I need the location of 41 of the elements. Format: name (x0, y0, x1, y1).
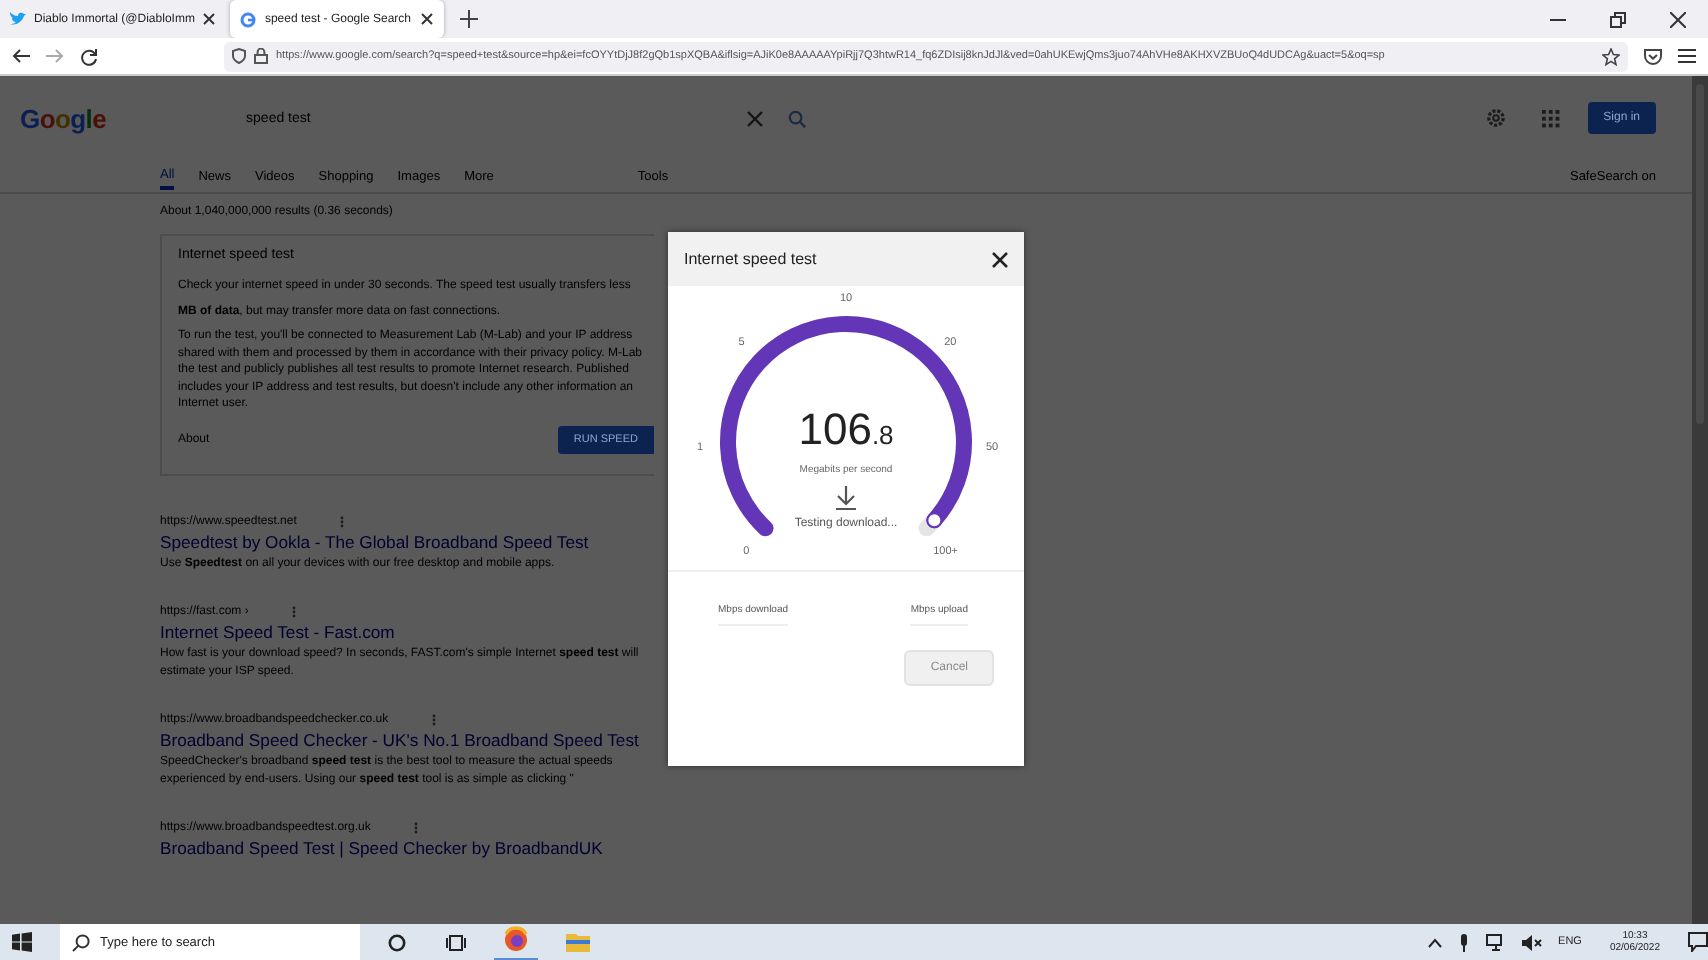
scrollbar[interactable] (1692, 76, 1708, 924)
star-icon[interactable] (1602, 47, 1620, 65)
clear-icon[interactable] (746, 109, 765, 127)
google-logo[interactable]: Google (20, 103, 107, 133)
chevron-up-icon[interactable] (1428, 937, 1443, 947)
padlock-icon[interactable] (254, 48, 268, 64)
result-title-link[interactable]: Internet Speed Test - Fast.com (160, 622, 652, 642)
more-options-icon[interactable] (414, 822, 419, 834)
close-icon[interactable] (992, 251, 1008, 267)
apps-grid-icon[interactable] (1541, 109, 1560, 127)
search-icon[interactable] (72, 933, 90, 951)
close-icon[interactable] (202, 12, 217, 26)
shield-icon[interactable] (232, 48, 246, 64)
result-title-link[interactable]: Speedtest by Ookla - The Global Broadband Speed Test (160, 531, 652, 551)
reload-icon[interactable] (80, 47, 98, 65)
circle-icon[interactable] (388, 933, 406, 951)
restore-icon[interactable] (1610, 11, 1626, 27)
speed-reading: 106.8 (798, 408, 894, 452)
more-options-icon[interactable] (432, 714, 437, 726)
more-options-icon[interactable] (340, 515, 345, 527)
menu-icon[interactable] (1678, 48, 1696, 64)
dialog-title: Internet speed test (684, 250, 817, 268)
more-options-icon[interactable] (292, 606, 297, 618)
notification-icon[interactable] (1688, 932, 1708, 952)
folder-icon[interactable] (566, 932, 590, 952)
result-title-link[interactable]: Broadband Speed Checker - UK's No.1 Broadband Speed Test (160, 730, 652, 750)
speaker-muted-icon[interactable] (1522, 933, 1543, 951)
firefox-icon[interactable] (494, 922, 538, 960)
windows-logo-icon[interactable] (12, 932, 32, 952)
microphone-icon[interactable] (1458, 933, 1471, 951)
pocket-icon[interactable] (1644, 47, 1662, 65)
close-icon[interactable] (1670, 11, 1686, 27)
task-view-icon[interactable] (446, 933, 466, 951)
result-title-link[interactable]: Broadband Speed Test | Speed Checker by BroadbandUK (160, 838, 652, 858)
settings-icon[interactable] (1485, 108, 1506, 128)
g-icon[interactable] (240, 11, 257, 27)
new-tab-icon[interactable] (459, 10, 477, 28)
network-icon[interactable] (1486, 933, 1507, 951)
close-icon[interactable] (419, 12, 433, 26)
download-icon[interactable] (834, 486, 858, 510)
back-arrow-icon[interactable] (12, 48, 30, 64)
